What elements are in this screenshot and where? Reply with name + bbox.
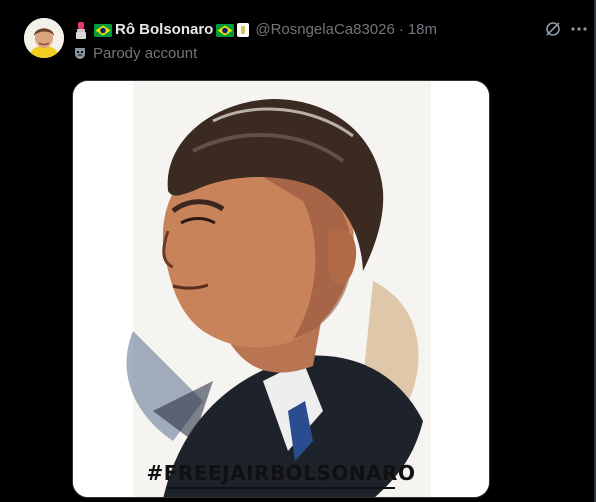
grok-icon[interactable] xyxy=(544,20,562,38)
brazil-flag-icon xyxy=(216,23,235,37)
brazil-flag-icon xyxy=(94,23,112,37)
hashtag-caption: #FREEJAIRBOLSONARO xyxy=(146,461,416,485)
author-handle[interactable]: @RosngelaCa83026 xyxy=(255,20,395,40)
portrait-illustration xyxy=(73,81,489,497)
post-header: Rô Bolsonaro @RosngelaCa83026 · 18m xyxy=(74,20,437,40)
hashtag-underline xyxy=(167,487,395,489)
post-image[interactable]: #FREEJAIRBOLSONARO xyxy=(72,80,490,498)
post[interactable]: Rô Bolsonaro @RosngelaCa83026 · 18m Paro… xyxy=(0,0,594,502)
parody-account-text: Parody account xyxy=(93,44,198,62)
theater-mask-icon xyxy=(75,48,85,59)
post-timestamp[interactable]: 18m xyxy=(408,20,437,40)
avatar[interactable] xyxy=(24,18,64,58)
lipstick-icon xyxy=(76,22,86,39)
separator-dot: · xyxy=(398,21,404,38)
parody-label: Parody account xyxy=(73,44,197,62)
more-icon[interactable] xyxy=(570,20,588,38)
verified-document-icon xyxy=(237,23,250,37)
author-display-name[interactable]: Rô Bolsonaro xyxy=(115,20,213,40)
